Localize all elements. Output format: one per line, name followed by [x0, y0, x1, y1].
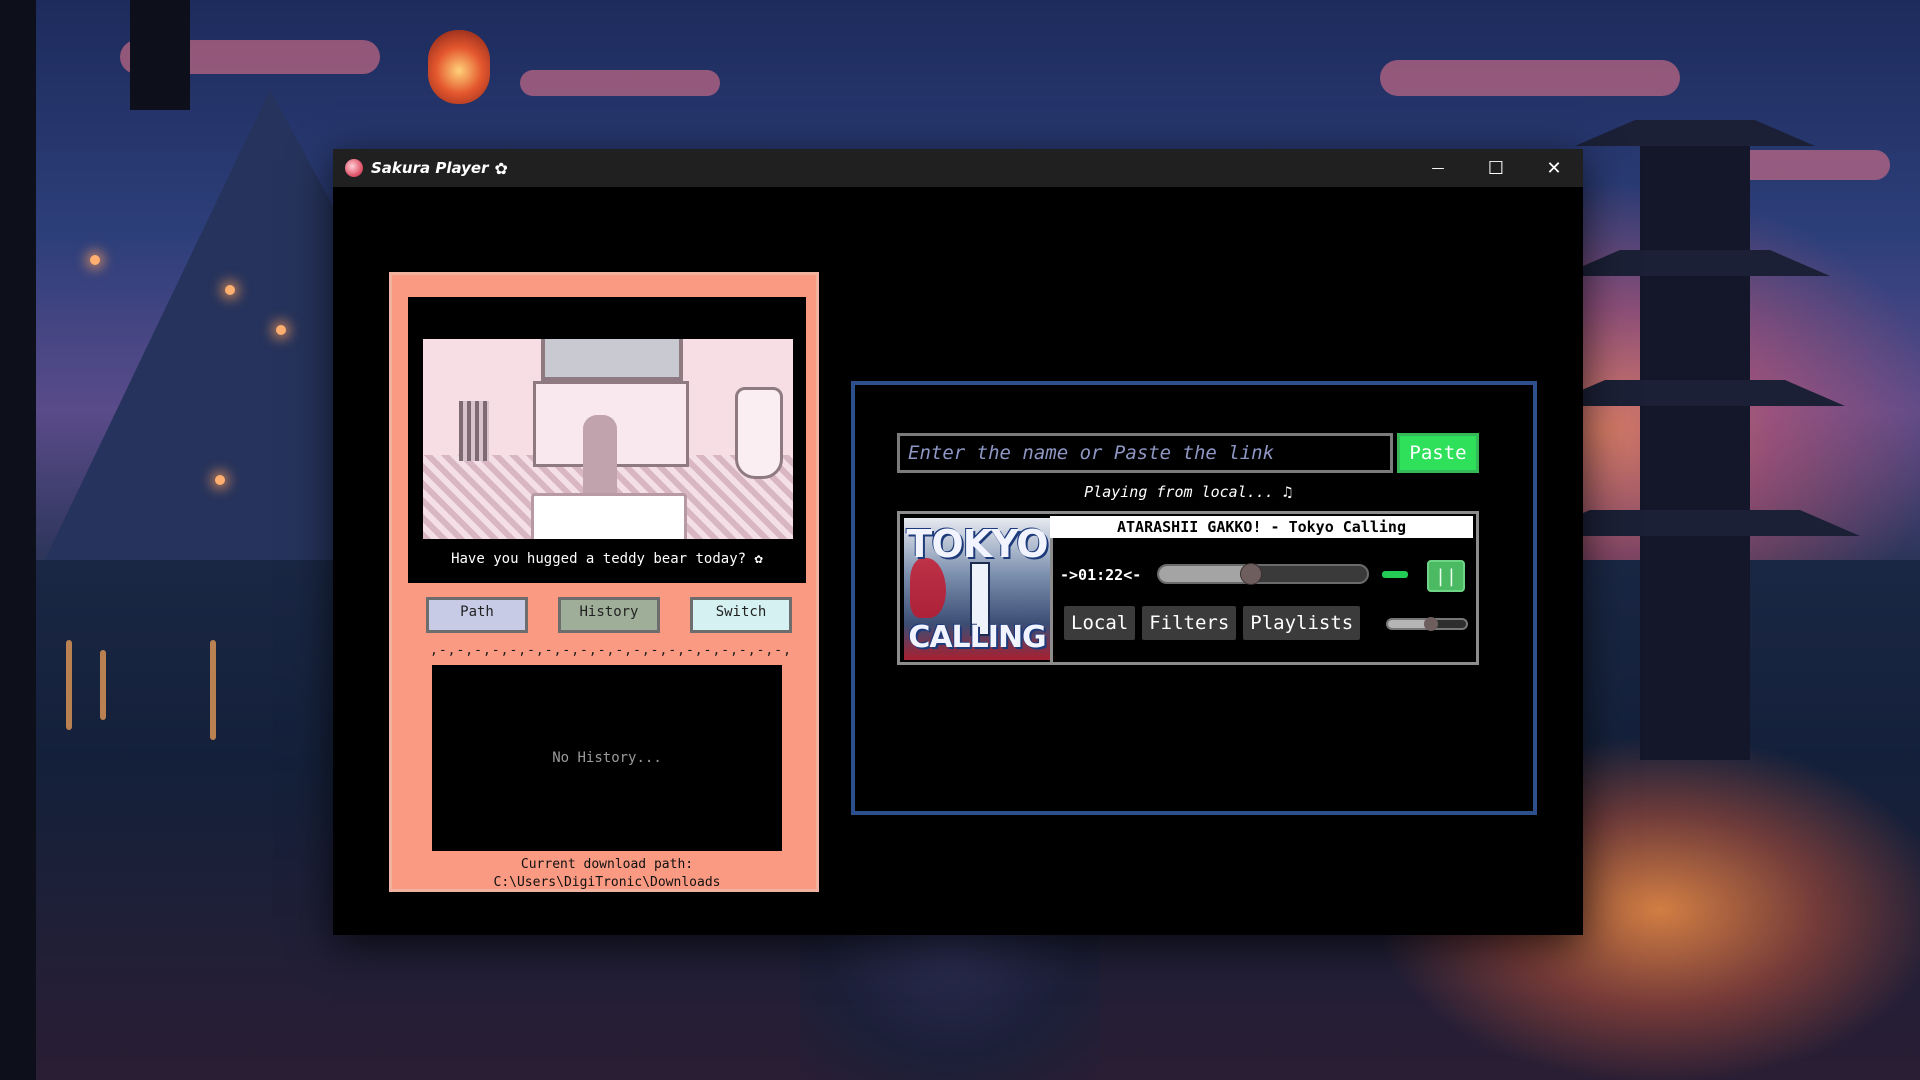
- pause-button[interactable]: ||: [1427, 560, 1465, 592]
- left-panel-buttons: Path History Switch: [426, 597, 792, 633]
- now-playing-card: TOKYO CALLING ATARASHII GAKKO! - Tokyo C…: [897, 511, 1479, 665]
- wooden-post: [130, 0, 190, 110]
- pagoda: [1640, 120, 1750, 760]
- pagoda-roof: [1560, 250, 1830, 276]
- cloud: [520, 70, 720, 96]
- history-empty-text: No History...: [552, 750, 662, 766]
- light-reflection: [210, 640, 216, 740]
- paste-button[interactable]: Paste: [1397, 433, 1479, 473]
- search-row: Paste: [897, 433, 1479, 473]
- window-controls: — ☐ ✕: [1409, 149, 1583, 187]
- string-light: [276, 325, 286, 335]
- left-panel: Have you hugged a teddy bear today? ✿ Pa…: [389, 272, 819, 892]
- bath-rug: [531, 493, 687, 539]
- potted-plant: [459, 401, 489, 461]
- tab-local[interactable]: Local: [1064, 606, 1136, 640]
- maximize-button[interactable]: ☐: [1467, 149, 1525, 187]
- path-button[interactable]: Path: [426, 597, 528, 633]
- cover-title-line1: TOKYO: [906, 522, 1048, 566]
- character-figure: [583, 415, 617, 503]
- window-title: Sakura Player: [371, 159, 489, 177]
- elapsed-time: ->01:22<-: [1060, 566, 1142, 584]
- search-input[interactable]: [897, 433, 1393, 473]
- source-tabs: Local Filters Playlists: [1064, 606, 1367, 640]
- pagoda-roof: [1545, 380, 1845, 406]
- close-button[interactable]: ✕: [1525, 149, 1583, 187]
- cloud: [1380, 60, 1680, 96]
- wooden-post: [0, 0, 36, 1080]
- decorative-separator: ,-,-,-,-,-,-,-,-,-,-,-,-,-,-,-,-,-,-,-,-…: [430, 643, 790, 658]
- cover-splash: [910, 558, 946, 618]
- pagoda-roof: [1575, 120, 1815, 146]
- cover-title-line2: CALLING: [908, 620, 1046, 655]
- character-silhouette: [800, 930, 1100, 1080]
- flower-icon: ✿: [494, 158, 508, 178]
- sakura-player-window: Sakura Player ✿ — ☐ ✕ Have you hugged a …: [333, 149, 1583, 935]
- gif-caption: Have you hugged a teddy bear today? ✿: [451, 551, 763, 567]
- playback-status: Playing from local... ♫: [1084, 483, 1292, 501]
- mirror: [541, 339, 683, 381]
- tab-filters[interactable]: Filters: [1142, 606, 1237, 640]
- light-reflection: [66, 640, 72, 730]
- volume-handle[interactable]: [1424, 617, 1439, 631]
- history-button[interactable]: History: [558, 597, 660, 633]
- string-light: [215, 475, 225, 485]
- light-reflection: [100, 650, 106, 720]
- audio-indicator: [1382, 571, 1408, 578]
- seek-bar-fill: [1159, 566, 1251, 582]
- history-list[interactable]: No History...: [432, 665, 782, 851]
- download-path-label: Current download path: C:\Users\DigiTron…: [493, 857, 721, 890]
- toilet: [735, 387, 783, 479]
- title-bar[interactable]: Sakura Player ✿ — ☐ ✕: [333, 149, 1583, 187]
- string-light: [90, 255, 100, 265]
- minimize-button[interactable]: —: [1409, 149, 1467, 187]
- player-panel: Paste Playing from local... ♫ TOKYO CALL…: [851, 381, 1537, 815]
- seek-bar[interactable]: [1157, 564, 1369, 584]
- pixel-room-illustration: [423, 339, 793, 539]
- paper-lantern: [428, 30, 490, 104]
- tab-playlists[interactable]: Playlists: [1243, 606, 1361, 640]
- album-cover: TOKYO CALLING: [904, 518, 1050, 660]
- sakura-app-icon: [345, 159, 363, 177]
- string-light: [225, 285, 235, 295]
- switch-button[interactable]: Switch: [690, 597, 792, 633]
- track-title: ATARASHII GAKKO! - Tokyo Calling: [1050, 516, 1473, 538]
- animated-gif-frame: Have you hugged a teddy bear today? ✿: [408, 297, 806, 583]
